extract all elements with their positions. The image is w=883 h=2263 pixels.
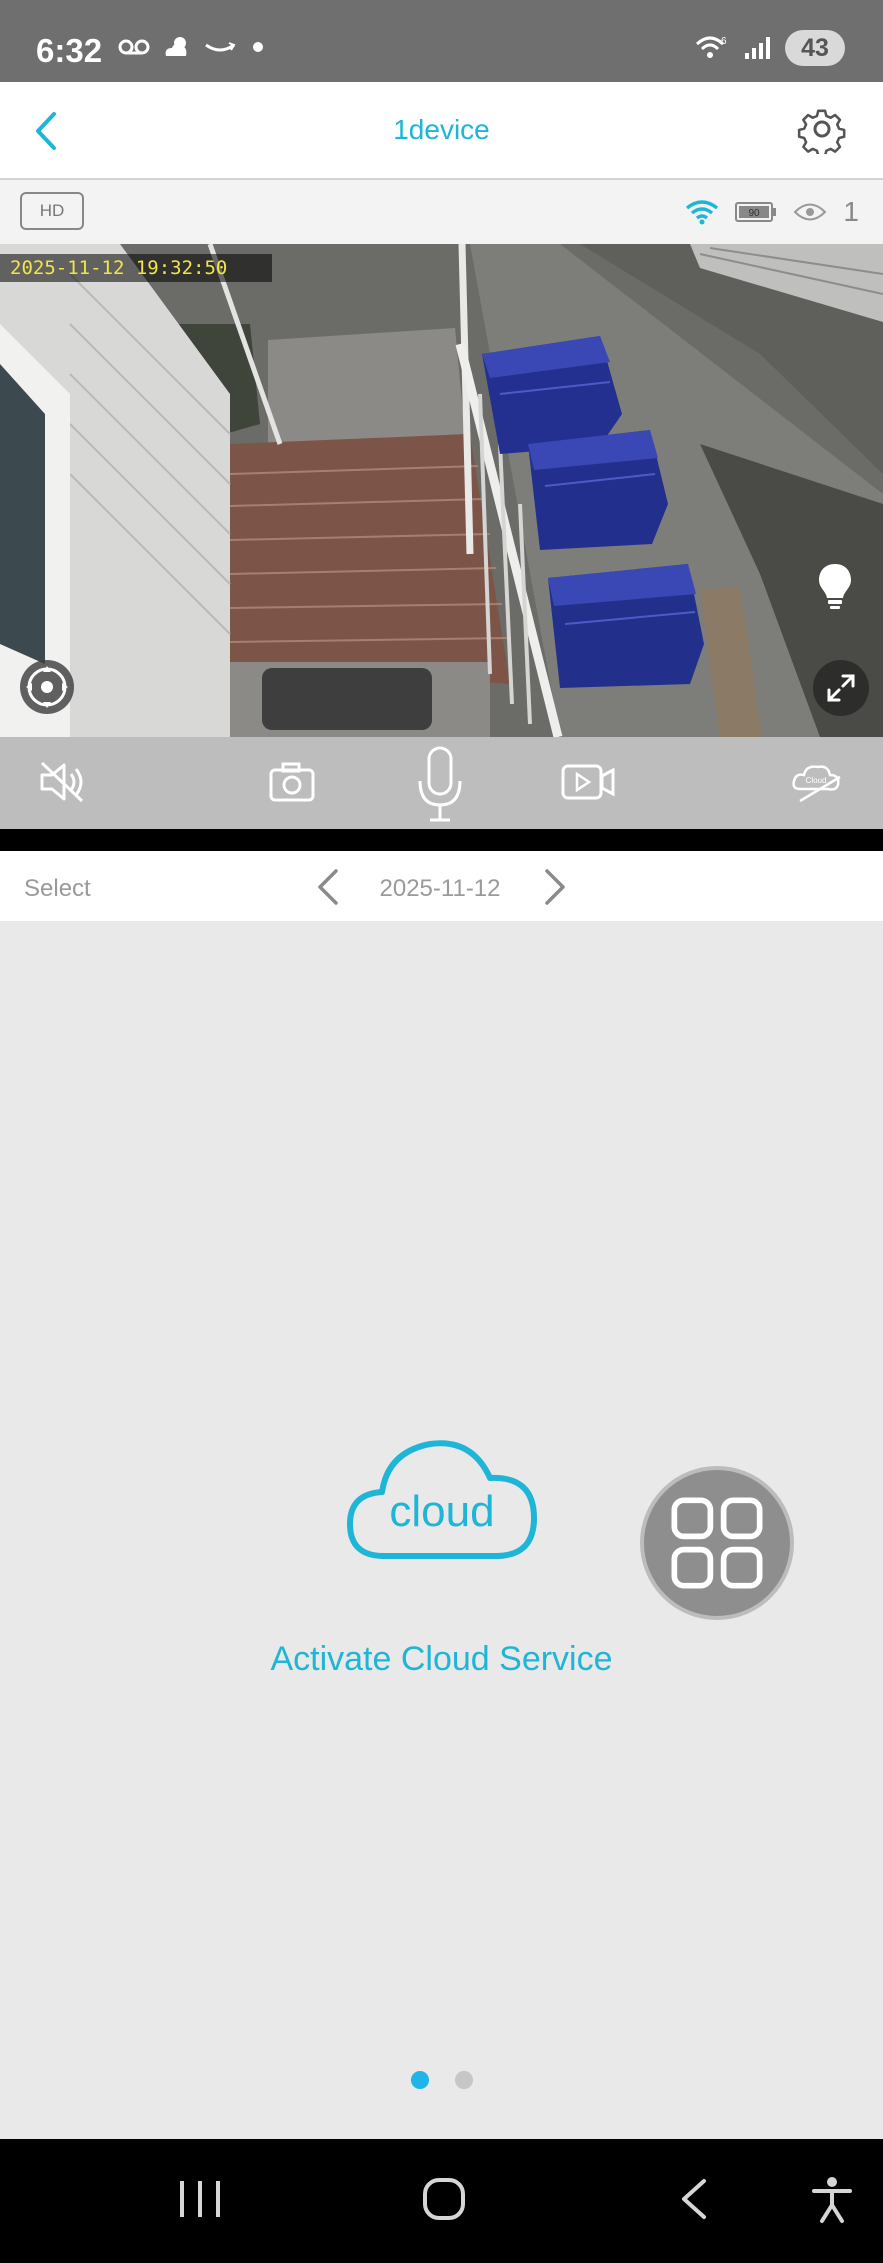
weather-icon bbox=[165, 37, 187, 56]
date-selector: Select 2025-11-12 bbox=[0, 851, 883, 921]
wifi-6-icon: 6 bbox=[695, 36, 727, 58]
microphone-icon[interactable] bbox=[414, 745, 466, 825]
camera-battery-label: 90 bbox=[749, 208, 761, 219]
current-date[interactable]: 2025-11-12 bbox=[340, 875, 540, 903]
next-date-button[interactable] bbox=[541, 867, 569, 907]
record-icon[interactable] bbox=[560, 761, 616, 803]
status-time: 6:32 bbox=[36, 32, 103, 69]
svg-text:6: 6 bbox=[721, 36, 727, 47]
wifi-icon bbox=[686, 200, 719, 225]
eye-icon bbox=[794, 203, 827, 221]
battery-level: 43 bbox=[801, 33, 829, 62]
previous-date-button[interactable] bbox=[314, 867, 342, 907]
cloud-badge-label: Cloud bbox=[806, 776, 827, 785]
select-button[interactable]: Select bbox=[24, 875, 91, 903]
app-header: 1device bbox=[0, 82, 883, 180]
light-bulb-icon[interactable] bbox=[815, 560, 855, 612]
page-dot[interactable] bbox=[454, 2071, 473, 2089]
cloud-icon-word: cloud bbox=[389, 1487, 495, 1536]
cloud-off-icon[interactable]: Cloud bbox=[790, 759, 846, 805]
divider-strip bbox=[0, 829, 883, 851]
back-nav-icon[interactable] bbox=[674, 2175, 714, 2225]
ptz-control-icon[interactable] bbox=[20, 660, 74, 714]
viewer-count: 1 bbox=[843, 196, 859, 227]
recent-apps-icon[interactable] bbox=[176, 2175, 224, 2225]
control-bar: Cloud bbox=[0, 737, 883, 829]
home-icon[interactable] bbox=[420, 2175, 470, 2225]
accessibility-icon[interactable] bbox=[810, 2175, 854, 2225]
page-dot-active[interactable] bbox=[410, 2071, 429, 2089]
status-system-icons: 6 43 bbox=[695, 30, 845, 66]
video-frame bbox=[0, 244, 883, 737]
mute-icon[interactable] bbox=[38, 759, 88, 805]
gear-icon[interactable] bbox=[797, 104, 847, 154]
camera-battery-icon: 90 bbox=[735, 202, 777, 222]
camera-status-icons: 90 1 bbox=[685, 196, 859, 228]
fullscreen-icon[interactable] bbox=[813, 660, 869, 716]
page-title: 1device bbox=[393, 114, 490, 145]
cloud-service-panel: cloud Activate Cloud Service bbox=[0, 921, 883, 2139]
signal-icon bbox=[745, 37, 770, 59]
dot-icon bbox=[253, 42, 263, 52]
floating-menu-button[interactable] bbox=[640, 1466, 794, 1620]
status-bar: 6:32 6 43 bbox=[0, 0, 883, 82]
camera-info-bar: HD 90 1 bbox=[0, 180, 883, 244]
voicemail-icon bbox=[118, 39, 150, 55]
hd-quality-button[interactable]: HD bbox=[20, 192, 84, 230]
system-navigation-bar bbox=[0, 2139, 883, 2263]
live-video-feed[interactable]: 2025-11-12 19:32:50 bbox=[0, 244, 883, 737]
video-timestamp: 2025-11-12 19:32:50 bbox=[0, 254, 272, 282]
amazon-icon bbox=[205, 42, 236, 52]
battery-indicator: 43 bbox=[785, 30, 845, 66]
page-indicator bbox=[0, 2071, 883, 2089]
status-notification-icons bbox=[118, 34, 268, 60]
activate-cloud-service-link[interactable]: Activate Cloud Service bbox=[0, 1640, 883, 1679]
snapshot-icon[interactable] bbox=[268, 761, 316, 803]
